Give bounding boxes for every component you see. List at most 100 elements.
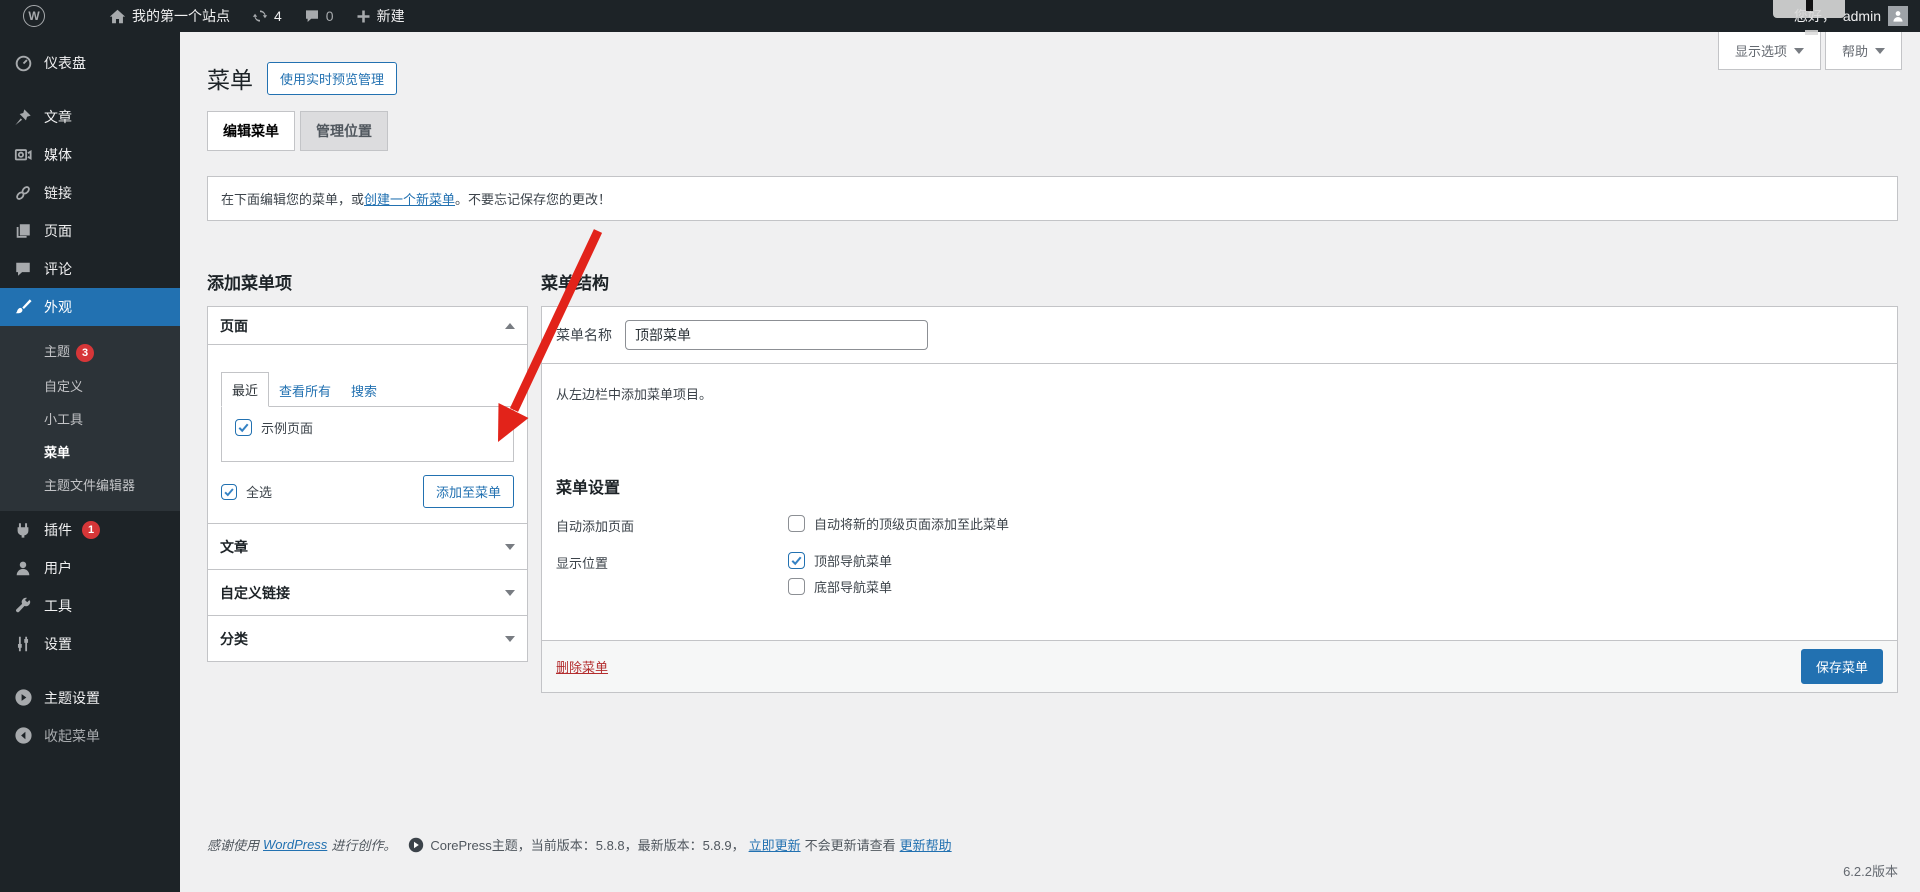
save-menu-button[interactable]: 保存菜单 [1801, 649, 1883, 684]
help-button[interactable]: 帮助 [1825, 32, 1902, 70]
sidebar-item-media[interactable]: 媒体 [0, 136, 180, 174]
updates-icon [252, 8, 268, 24]
updates-count: 4 [274, 8, 282, 24]
new-label: 新建 [377, 6, 405, 26]
custom-links-accordion[interactable]: 自定义链接 [207, 569, 528, 616]
themes-update-badge: 3 [76, 344, 94, 362]
tab-most-recent[interactable]: 最近 [221, 372, 269, 407]
footer-theme-text: CorePress主题，当前版本：5.8.8，最新版本：5.8.9， [430, 835, 744, 854]
sidebar-item-label: 工具 [44, 596, 72, 616]
categories-accordion-title: 分类 [220, 629, 248, 649]
location-bottom-nav-row[interactable]: 底部导航菜单 [788, 577, 892, 596]
select-all-checkbox[interactable] [221, 484, 237, 500]
sidebar-item-settings[interactable]: 设置 [0, 625, 180, 663]
pages-postbox-header[interactable]: 页面 [208, 307, 527, 345]
comments-link[interactable]: 0 [293, 0, 345, 32]
submenu-item-menus[interactable]: 菜单 [0, 435, 180, 468]
manage-with-live-preview-button[interactable]: 使用实时预览管理 [267, 62, 397, 95]
username-label: admin [1843, 8, 1881, 24]
overlay-artifact-notch [1805, 30, 1818, 35]
add-menu-items-heading: 添加菜单项 [207, 269, 528, 294]
top-nav-checkbox[interactable] [788, 552, 805, 569]
sidebar-item-pages[interactable]: 页面 [0, 212, 180, 250]
categories-accordion[interactable]: 分类 [207, 615, 528, 662]
nav-tabs: 编辑菜单 管理位置 [207, 111, 1920, 151]
camera-icon [12, 146, 34, 164]
updates-link[interactable]: 4 [241, 0, 293, 32]
submenu-item-widgets[interactable]: 小工具 [0, 402, 180, 435]
auto-add-checkbox[interactable] [788, 515, 805, 532]
auto-add-pages-label: 自动添加页面 [556, 514, 788, 535]
sidebar-item-dashboard[interactable]: 仪表盘 [0, 44, 180, 82]
add-menu-items-column: 添加菜单项 页面 最近 查看所有 搜索 [207, 269, 528, 662]
admin-bar: W 我的第一个站点 4 0 新建 您好，admin [0, 0, 1920, 32]
title-row: 菜单 使用实时预览管理 [207, 61, 1920, 95]
screen-options-button[interactable]: 显示选项 [1718, 32, 1821, 70]
auto-add-option-label: 自动将新的顶级页面添加至此菜单 [814, 514, 1009, 533]
sidebar-item-plugins[interactable]: 插件 1 [0, 511, 180, 549]
sidebar-item-posts[interactable]: 文章 [0, 98, 180, 136]
page-checklist-item[interactable]: 示例页面 [235, 418, 500, 437]
sidebar-item-comments[interactable]: 评论 [0, 250, 180, 288]
auto-add-option-row[interactable]: 自动将新的顶级页面添加至此菜单 [788, 514, 1009, 533]
new-content-link[interactable]: 新建 [345, 0, 416, 32]
sidebar-item-label: 插件 [44, 520, 72, 540]
sidebar-item-theme-settings[interactable]: 主题设置 [0, 679, 180, 717]
bottom-nav-checkbox[interactable] [788, 578, 805, 595]
submenu-item-theme-editor[interactable]: 主题文件编辑器 [0, 468, 180, 501]
delete-menu-link[interactable]: 删除菜单 [556, 657, 608, 676]
sliders-icon [12, 635, 34, 653]
update-help-link[interactable]: 更新帮助 [900, 835, 952, 854]
tab-view-all[interactable]: 查看所有 [269, 374, 341, 407]
create-new-menu-link[interactable]: 创建一个新菜单 [364, 192, 455, 207]
comments-count: 0 [326, 8, 334, 24]
pages-icon [12, 222, 34, 240]
add-to-menu-button[interactable]: 添加至菜单 [423, 475, 514, 508]
menu-name-input[interactable] [625, 320, 928, 350]
tab-edit-menus[interactable]: 编辑菜单 [207, 111, 295, 151]
avatar [1888, 6, 1908, 26]
chevron-down-icon [505, 544, 515, 550]
sidebar-item-label: 收起菜单 [44, 726, 100, 746]
site-name-label: 我的第一个站点 [132, 6, 230, 26]
chevron-up-icon [505, 323, 515, 329]
tab-search[interactable]: 搜索 [341, 374, 387, 407]
help-label: 帮助 [1842, 41, 1868, 60]
sidebar-item-collapse-menu[interactable]: 收起菜单 [0, 717, 180, 755]
submenu-item-customize[interactable]: 自定义 [0, 369, 180, 402]
tab-manage-locations[interactable]: 管理位置 [300, 111, 388, 151]
sidebar-item-users[interactable]: 用户 [0, 549, 180, 587]
sidebar-item-label: 链接 [44, 183, 72, 203]
page-title: 菜单 [207, 61, 253, 95]
sidebar-item-label: 外观 [44, 297, 72, 317]
user-icon [12, 559, 34, 577]
sidebar-item-label: 设置 [44, 634, 72, 654]
appearance-submenu: 主题3 自定义 小工具 菜单 主题文件编辑器 [0, 326, 180, 511]
chevron-down-icon [1875, 48, 1885, 54]
top-nav-label: 顶部导航菜单 [814, 551, 892, 570]
posts-accordion[interactable]: 文章 [207, 523, 528, 570]
select-all-row[interactable]: 全选 [221, 482, 272, 501]
location-top-nav-row[interactable]: 顶部导航菜单 [788, 551, 892, 570]
home-icon [109, 8, 126, 25]
menu-name-label: 菜单名称 [556, 325, 612, 345]
chevron-down-icon [1794, 48, 1804, 54]
screen-meta: 显示选项 帮助 [1718, 32, 1902, 70]
sample-page-checkbox[interactable] [235, 419, 252, 436]
sidebar-item-label: 页面 [44, 221, 72, 241]
comment-bubble-icon [12, 260, 34, 278]
brush-icon [12, 298, 34, 316]
custom-links-accordion-title: 自定义链接 [220, 583, 290, 603]
chevron-down-icon [505, 590, 515, 596]
admin-sidebar: 仪表盘 文章 媒体 链接 页面 评论 外观 主题3 [0, 32, 180, 892]
wordpress-footer-link[interactable]: WordPress [263, 837, 327, 852]
sidebar-item-appearance[interactable]: 外观 [0, 288, 180, 326]
sidebar-item-links[interactable]: 链接 [0, 174, 180, 212]
wordpress-logo-menu[interactable]: W [12, 0, 56, 32]
submenu-item-themes[interactable]: 主题3 [0, 334, 180, 369]
update-now-link[interactable]: 立即更新 [749, 835, 801, 854]
menu-structure-hint: 从左边栏中添加菜单项目。 [542, 364, 1897, 464]
footer-thanks-post: 进行创作。 [331, 835, 396, 854]
site-name-link[interactable]: 我的第一个站点 [98, 0, 241, 32]
sidebar-item-tools[interactable]: 工具 [0, 587, 180, 625]
